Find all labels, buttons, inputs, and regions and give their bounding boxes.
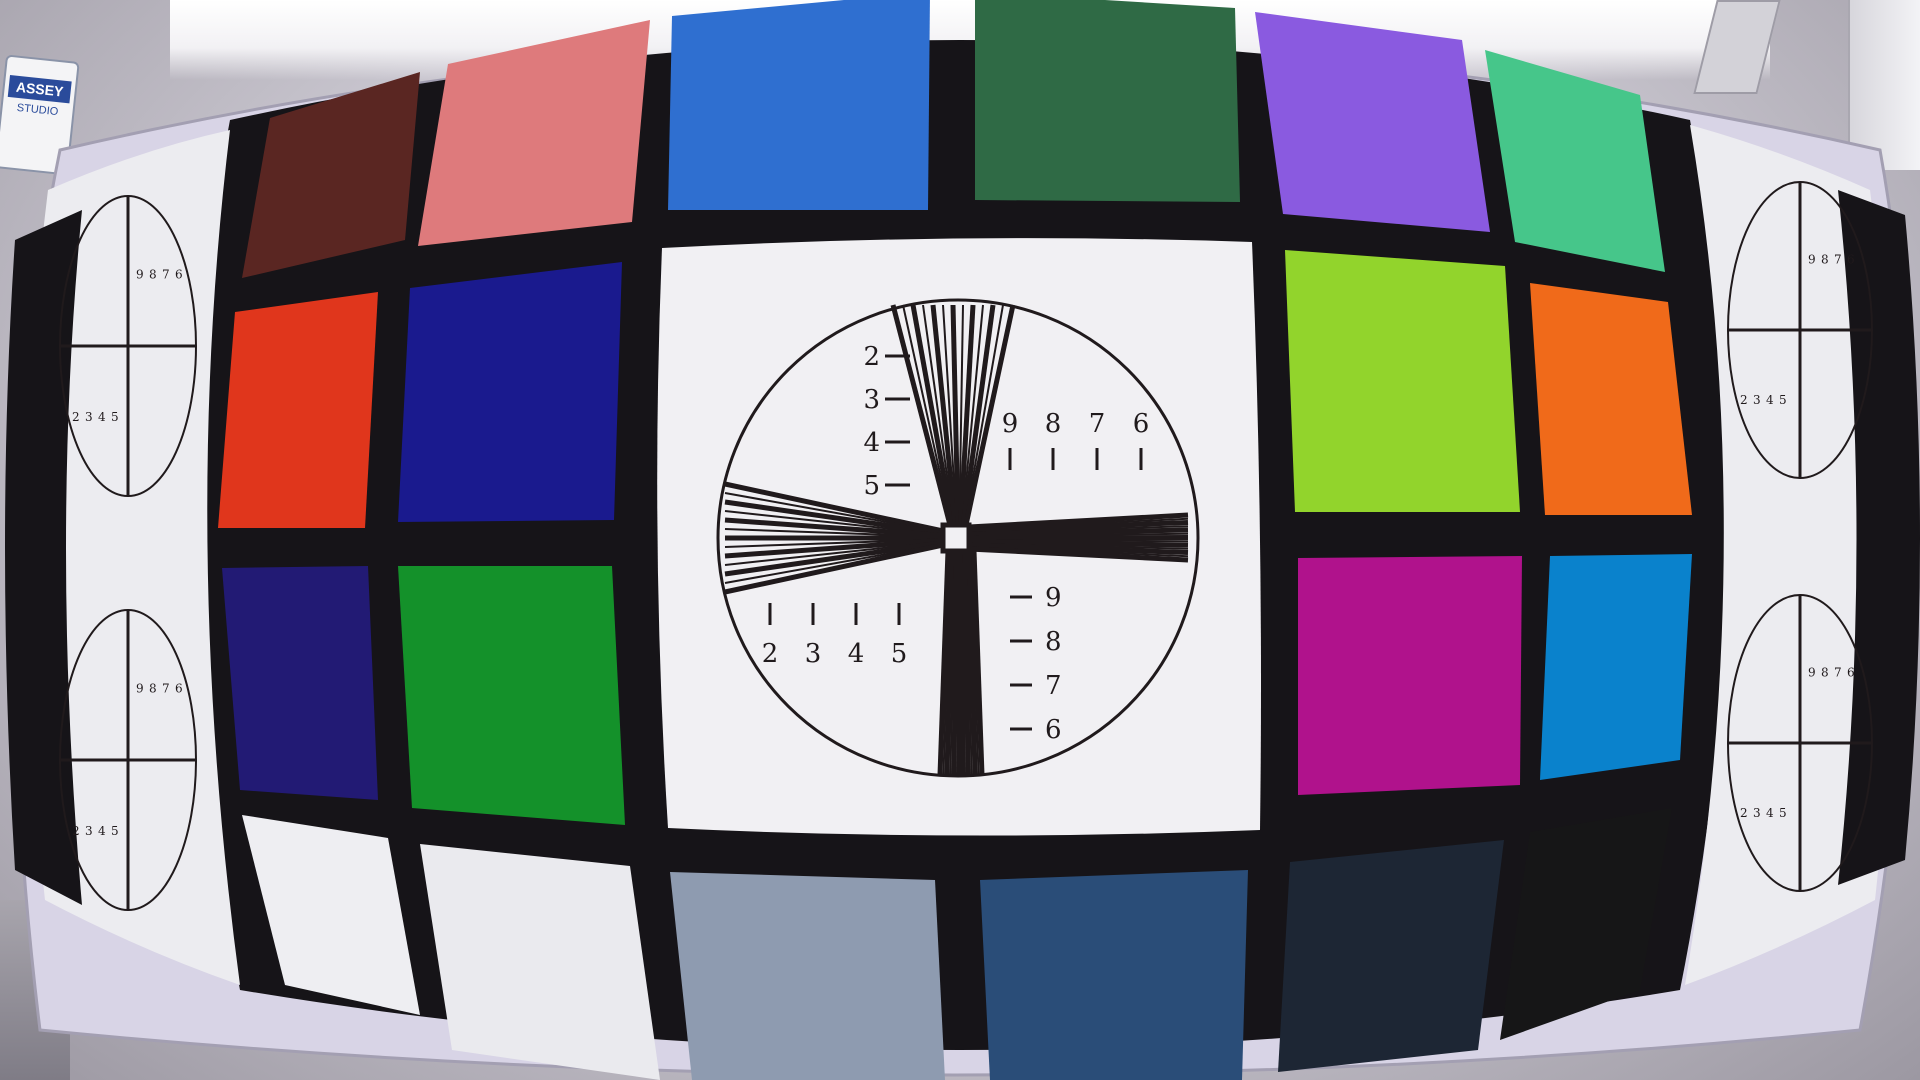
side-target-digit: 4	[1766, 393, 1774, 407]
side-target-digit: 7	[162, 682, 170, 696]
side-target-digit: 9	[136, 268, 144, 282]
digit-label: 9	[1002, 409, 1019, 439]
side-target-digit: 3	[85, 824, 93, 838]
side-target: 9 8 7 6 2 3 4 5	[59, 609, 197, 911]
wedge-line-right	[968, 535, 1189, 541]
target-center-square	[940, 522, 972, 554]
digit-label: 3	[805, 639, 822, 669]
side-target-digit: 2	[1740, 393, 1748, 407]
side-target-digit: 3	[1753, 806, 1761, 820]
scale-label-3: 3	[863, 385, 880, 415]
scale-label-9: 9	[1045, 583, 1062, 613]
side-target: 9 8 7 6 2 3 4 5	[59, 195, 197, 497]
side-target-digit: 3	[85, 410, 93, 424]
side-target-digit: 4	[98, 410, 106, 424]
color-patch	[1285, 250, 1520, 512]
side-target-digit: 9	[1808, 252, 1816, 266]
color-patch	[670, 872, 945, 1080]
wedge-line-bottom	[951, 550, 960, 776]
color-patch	[218, 292, 378, 528]
scale-label-2: 2	[863, 342, 880, 372]
color-patch	[1255, 12, 1490, 232]
side-target-digit: 2	[1740, 806, 1748, 820]
digit-label: 6	[1133, 409, 1150, 439]
side-target-digit: 8	[1821, 252, 1829, 266]
scale-label-5: 5	[863, 471, 880, 501]
color-patch	[975, 0, 1240, 202]
color-patch	[1298, 556, 1522, 795]
color-patch	[668, 0, 930, 210]
color-patch	[418, 20, 650, 246]
side-target-digit: 6	[1847, 665, 1855, 679]
side-target-digit: 7	[1834, 252, 1842, 266]
side-target-digit: 6	[175, 682, 183, 696]
side-target-digit: 5	[1779, 806, 1787, 820]
side-target-digit: 5	[111, 410, 119, 424]
side-target-digit: 8	[149, 268, 157, 282]
side-target-digit: 7	[162, 268, 170, 282]
digit-label: 5	[891, 639, 908, 669]
side-target-digit: 8	[149, 682, 157, 696]
side-target-digit: 8	[1821, 665, 1829, 679]
color-patch	[398, 262, 622, 522]
side-target-digit: 9	[1808, 665, 1816, 679]
scene: ASSEY STUDIO 2 3 4 5 9 8 7 6 2 3 4 5 9 8…	[0, 0, 1920, 1080]
test-chart: 2 3 4 5 9 8 7 6 2 3 4 5 9 8 7 6 9 8 7 62…	[5, 0, 1920, 1080]
scale-label-8: 8	[1045, 627, 1062, 657]
color-patch	[980, 870, 1248, 1080]
scale-label-4: 4	[863, 428, 880, 458]
side-target-digit: 6	[175, 268, 183, 282]
side-target-digit: 5	[1779, 393, 1787, 407]
digit-label: 7	[1089, 409, 1106, 439]
side-target: 9 8 7 6 2 3 4 5	[1727, 181, 1873, 479]
digit-label: 8	[1045, 409, 1062, 439]
side-target-digit: 4	[98, 824, 106, 838]
color-patch	[1540, 554, 1692, 780]
scale-label-6: 6	[1045, 715, 1062, 745]
digit-label: 4	[848, 639, 865, 669]
scale-label-7: 7	[1045, 671, 1062, 701]
digit-label: 2	[762, 639, 779, 669]
side-target-digit: 3	[1753, 393, 1761, 407]
side-target-digit: 4	[1766, 806, 1774, 820]
color-patch	[1530, 283, 1692, 515]
side-target: 9 8 7 6 2 3 4 5	[1727, 594, 1873, 892]
side-target-digit: 6	[1847, 252, 1855, 266]
side-target-digit: 7	[1834, 665, 1842, 679]
side-target-digit: 2	[72, 410, 80, 424]
color-patch	[222, 566, 378, 800]
side-target-digit: 2	[72, 824, 80, 838]
color-patch	[1278, 840, 1504, 1072]
side-target-digit: 9	[136, 682, 144, 696]
side-target-digit: 5	[111, 824, 119, 838]
color-patch	[420, 844, 660, 1080]
color-patch	[398, 566, 625, 825]
